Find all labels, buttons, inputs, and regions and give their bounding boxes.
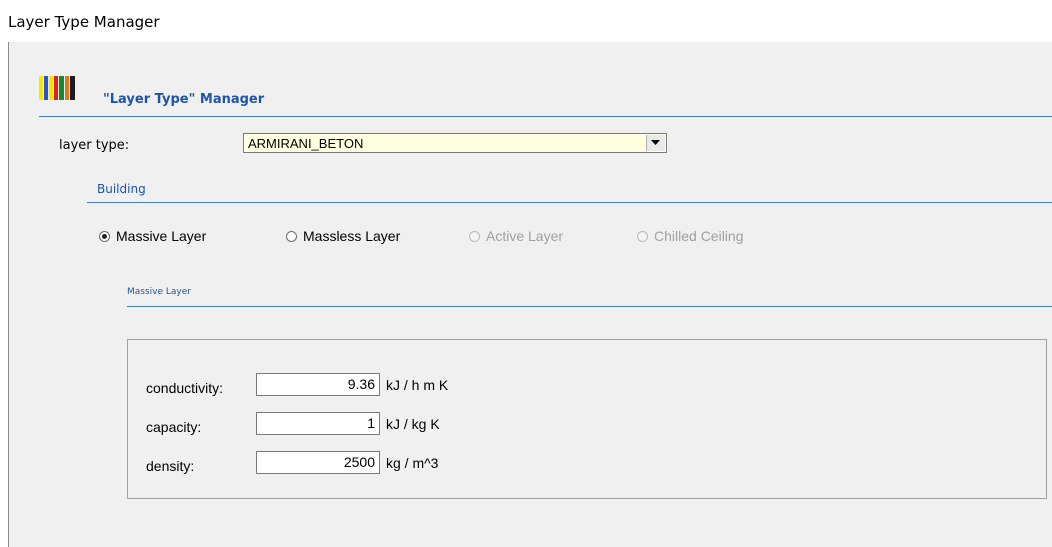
conductivity-label: conductivity:	[146, 380, 224, 396]
capacity-label: capacity:	[146, 419, 202, 435]
massive-layer-section-title: Massive Layer	[127, 287, 191, 297]
radio-indicator	[469, 230, 480, 242]
radio-indicator	[286, 230, 297, 242]
radio-massless-layer[interactable]: Massless Layer	[286, 228, 400, 244]
title-bar: Layer Type Manager	[0, 0, 1052, 42]
radio-indicator	[99, 230, 110, 242]
density-input[interactable]: 2500	[256, 451, 380, 474]
massive-layer-divider	[127, 306, 1052, 307]
manager-header-label: "Layer Type" Manager	[103, 92, 265, 107]
capacity-unit: kJ / kg K	[386, 416, 440, 432]
layer-type-logo-icon	[39, 76, 75, 100]
radio-active-layer[interactable]: Active Layer	[469, 228, 563, 244]
capacity-input[interactable]: 1	[256, 412, 380, 435]
layer-type-manager-panel: "Layer Type" Manager layer type: ARMIRAN…	[8, 42, 1052, 547]
building-divider	[87, 202, 1052, 203]
radio-indicator	[637, 230, 648, 242]
radio-label: Massive Layer	[116, 228, 207, 244]
building-section-title: Building	[97, 182, 146, 196]
layer-type-select[interactable]: ARMIRANI_BETON	[243, 133, 667, 153]
radio-label: Active Layer	[486, 228, 564, 244]
radio-chilled-ceiling[interactable]: Chilled Ceiling	[637, 228, 744, 244]
conductivity-input[interactable]: 9.36	[256, 373, 380, 396]
density-unit: kg / m^3	[386, 455, 439, 471]
chevron-down-icon	[651, 140, 660, 145]
density-label: density:	[146, 458, 195, 474]
massive-layer-properties-box: conductivity: 9.36 kJ / h m K capacity: …	[127, 339, 1047, 499]
radio-label: Massless Layer	[303, 228, 401, 244]
layer-type-dropdown-button[interactable]	[646, 135, 665, 151]
radio-massive-layer[interactable]: Massive Layer	[99, 228, 206, 244]
radio-label: Chilled Ceiling	[654, 228, 744, 244]
layer-type-selected-value: ARMIRANI_BETON	[248, 136, 364, 151]
header-divider	[39, 116, 1052, 117]
conductivity-unit: kJ / h m K	[386, 377, 449, 393]
window-title: Layer Type Manager	[8, 13, 160, 31]
layer-type-label: layer type:	[59, 138, 130, 153]
